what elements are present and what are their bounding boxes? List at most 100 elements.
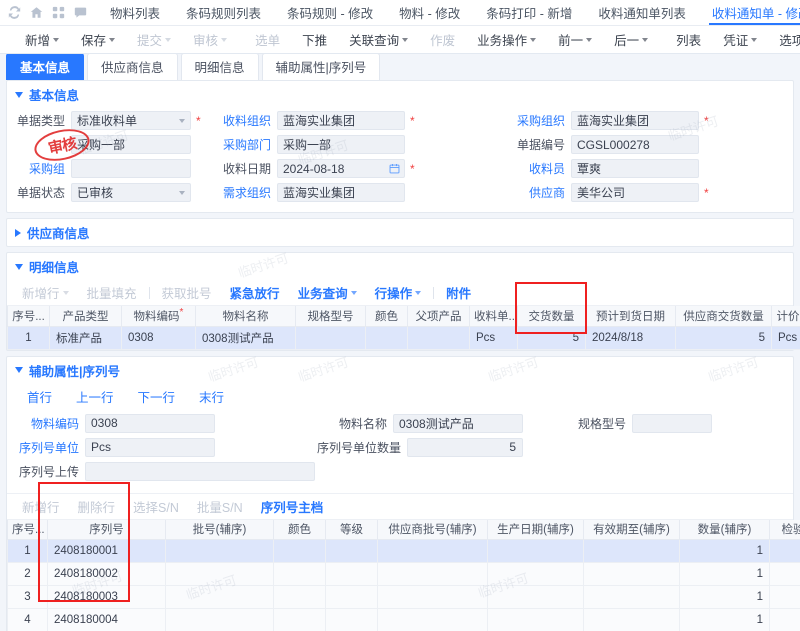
cell-sn-dengji[interactable] [325,562,378,586]
cell-sn-jianyanjieguo[interactable] [769,562,800,586]
cell-sn-gongyingshangpihao[interactable] [377,608,488,631]
cell-chanpinleixing[interactable]: 标准产品 [49,325,122,350]
caigouzu-input[interactable] [71,159,191,178]
guigexinghao-input-aux[interactable] [632,413,712,433]
caigoubumen-input[interactable]: 采购一部 [71,135,191,154]
chevron-down-icon[interactable] [179,190,185,195]
xuqiuzuzhi-input[interactable]: 蓝海实业集团 [277,183,405,202]
cell-sn-xuliehao[interactable]: 2408180002 [47,562,166,586]
cell-sn-pihao[interactable] [165,608,274,631]
panel-header-detail-info[interactable]: 明细信息 [7,253,793,280]
cell-sn-youxiaoqizhi[interactable] [583,608,680,631]
tab-mingxixinxi[interactable]: 明细信息 [180,54,259,80]
cell-sn-shengchanriqi[interactable] [487,585,584,609]
toolbar-button-houyi[interactable]: 后一 [603,30,659,49]
shouliaoyuan-input[interactable]: 覃爽 [571,159,699,178]
danjuleixing-select[interactable]: 标准收料单 [71,111,191,130]
col-sn-youxiaoqizhi[interactable]: 有效期至(辅序) [583,519,680,540]
chevron-down-icon[interactable] [642,38,649,42]
cell-sn-yanse[interactable] [273,585,326,609]
cell-sn-pihao[interactable] [165,562,274,586]
tab-tiaoma-guize-liebiao[interactable]: 条码规则列表 [173,0,274,25]
cell-sn-pihao[interactable] [165,539,274,563]
col-sn-shuliang[interactable]: 数量(辅序) [679,519,770,540]
col-shouliaodanwei[interactable]: 收料单...* [469,306,518,327]
col-chanpinleixing[interactable]: 产品类型 [49,306,122,327]
tab-tiaoma-guize-xiugai[interactable]: 条码规则 - 修改 [274,0,386,25]
cell-sn-shuliang[interactable]: 1 [679,539,770,563]
chevron-right-icon[interactable] [15,228,21,237]
xuliehaoshangchuan-input[interactable] [85,461,315,481]
table-row[interactable]: 1 标准产品 0308 0308测试产品 Pcs 5 2024/8/18 5 P… [7,325,800,350]
cell-sn-shengchanriqi[interactable] [487,562,584,586]
col-guigexinghao[interactable]: 规格型号 [295,306,366,327]
chevron-down-icon[interactable] [350,291,357,295]
detail-button-fujian[interactable]: 附件 [437,282,480,303]
col-xuhao[interactable]: 序号... [7,306,50,327]
nav-button-xiayihang[interactable]: 下一行 [126,387,188,406]
panel-header-basic-info[interactable]: 基本信息 [7,81,793,108]
cell-sn-dengji[interactable] [325,608,378,631]
cell-wuliaobianma[interactable]: 0308 [121,325,196,350]
cell-sn-gongyingshangpihao[interactable] [377,562,488,586]
tab-fuzhushuxing-xuliehao[interactable]: 辅助属性|序列号 [261,54,381,80]
tab-shouliao-tongzhidan-liebiao[interactable]: 收料通知单列表 [585,0,699,25]
col-gongyingshangjiaohuoshuliang[interactable]: 供应商交货数量 [675,306,772,327]
xuliehaodanwei-input[interactable]: Pcs [85,437,215,457]
col-sn-jianyanjieguo[interactable]: 检验结果 [769,519,800,540]
detail-button-jinjifangxing[interactable]: 紧急放行 [221,282,289,303]
danjubianhao-input[interactable]: CGSL000278 [571,135,699,154]
chevron-down-icon[interactable] [415,291,422,295]
chevron-down-icon[interactable] [586,38,593,42]
cell-sn-jianyanjieguo[interactable] [769,585,800,609]
col-yanse[interactable]: 颜色 [365,306,408,327]
tab-gongyingshangxinxi[interactable]: 供应商信息 [87,54,178,80]
tab-wuliao-xiugai[interactable]: 物料 - 修改 [386,0,473,25]
danjuzhuangtai-select[interactable]: 已审核 [71,183,191,202]
panel-header-aux-serial[interactable]: 辅助属性|序列号 [7,357,793,384]
gongyingshang-input[interactable]: 美华公司 [571,183,699,202]
col-fuxiangchanpin[interactable]: 父项产品 [407,306,470,327]
detail-button-yewuchaxun[interactable]: 业务查询 [289,282,366,303]
chevron-down-icon[interactable] [751,38,758,42]
cell-sn-gongyingshangpihao[interactable] [377,585,488,609]
caigoubumen-input-mid[interactable]: 采购一部 [277,135,405,154]
toolbar-button-baocun[interactable]: 保存 [70,30,126,49]
chevron-down-icon[interactable] [15,367,23,373]
table-row[interactable]: 3 2408180003 1 [7,585,800,609]
cell-yujidaohuoriqi[interactable]: 2024/8/18 [585,325,676,350]
col-sn-dengji[interactable]: 等级 [325,519,378,540]
col-sn-xuliehao[interactable]: 序列号 [47,519,166,540]
toolbar-button-guanlianchaxun[interactable]: 关联查询 [338,30,419,49]
cell-guigexinghao[interactable] [295,325,366,350]
detail-button-hangcaozuo[interactable]: 行操作 [366,282,431,303]
refresh-icon[interactable] [8,6,21,19]
col-sn-pihao[interactable]: 批号(辅序) [165,519,274,540]
col-sn-xuhao[interactable]: 序号... [7,519,48,540]
apps-grid-icon[interactable] [52,6,65,19]
chevron-down-icon[interactable] [402,38,409,42]
toolbar-button-xiatui[interactable]: 下推 [291,30,338,49]
cell-sn-youxiaoqizhi[interactable] [583,539,680,563]
tab-shouliao-tongzhidan-xiugai[interactable]: 收料通知单 - 修改 × [699,0,800,25]
cell-sn-youxiaoqizhi[interactable] [583,585,680,609]
serial-button-xuliehaozhudang[interactable]: 序列号主档 [252,496,333,517]
tab-wuliao-liebiao[interactable]: 物料列表 [97,0,173,25]
cell-sn-dengji[interactable] [325,585,378,609]
cell-shouliaodanwei[interactable]: Pcs [469,325,518,350]
cell-sn-youxiaoqizhi[interactable] [583,562,680,586]
cell-sn-jianyanjieguo[interactable] [769,608,800,631]
col-jijiadanwei[interactable]: 计价单位* [771,306,800,327]
cell-sn-pihao[interactable] [165,585,274,609]
col-sn-shengchanriqi[interactable]: 生产日期(辅序) [487,519,584,540]
col-wuliaomingcheng[interactable]: 物料名称 [195,306,296,327]
col-sn-yanse[interactable]: 颜色 [273,519,326,540]
cell-sn-gongyingshangpihao[interactable] [377,539,488,563]
chevron-down-icon[interactable] [530,38,537,42]
toolbar-button-liebiao[interactable]: 列表 [665,30,712,49]
chevron-down-icon[interactable] [109,38,116,42]
calendar-icon[interactable] [389,163,400,177]
chevron-down-icon[interactable] [15,91,23,98]
nav-button-shouhang[interactable]: 首行 [15,387,64,406]
message-icon[interactable] [74,6,87,19]
